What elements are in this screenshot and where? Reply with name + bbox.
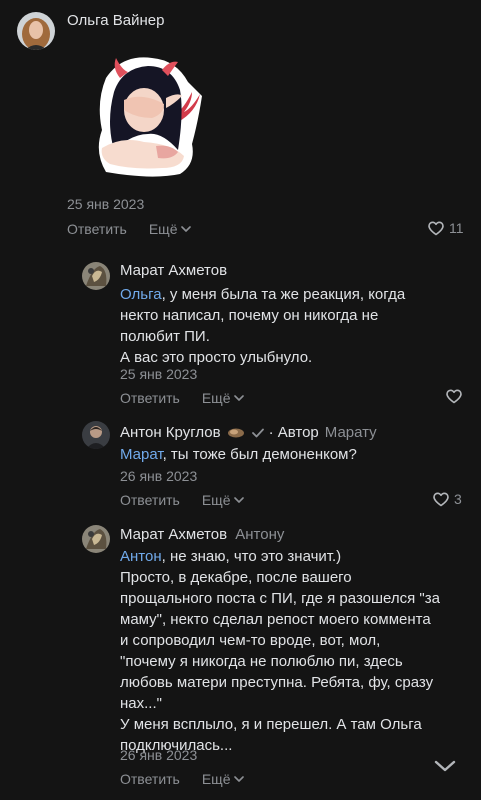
like-count: 3 — [454, 491, 462, 507]
comment-author: Марат Ахметов Антону — [120, 526, 284, 543]
more-button[interactable]: Ещё — [202, 390, 244, 406]
mention-link[interactable]: Антон — [120, 548, 162, 565]
reply-button[interactable]: Ответить — [67, 221, 127, 237]
like-button[interactable]: 11 — [428, 220, 464, 236]
comment-date: 26 янв 2023 — [120, 747, 198, 763]
author-role: · Автор — [268, 424, 319, 441]
mention-link[interactable]: Ольга — [120, 286, 162, 303]
heart-icon — [446, 389, 462, 404]
like-count: 11 — [449, 220, 464, 236]
avatar[interactable] — [17, 12, 55, 50]
author-name[interactable]: Антон Круглов — [120, 424, 221, 441]
more-label: Ещё — [201, 492, 231, 508]
like-button[interactable] — [446, 389, 462, 404]
comment-text: Антон, не знаю, что это значит.) Просто,… — [120, 548, 440, 754]
heart-icon — [428, 221, 444, 235]
reply-button[interactable]: Ответить — [120, 771, 180, 787]
mention-link[interactable]: Марат — [120, 446, 163, 463]
reply-to[interactable]: Антону — [235, 526, 284, 543]
comment-date: 25 янв 2023 — [67, 196, 145, 212]
more-label: Ещё — [201, 771, 231, 787]
comment-text: Марат, ты тоже был демоненком? — [120, 446, 357, 463]
chevron-down-icon — [233, 496, 244, 503]
like-button[interactable]: 3 — [433, 491, 462, 507]
more-label: Ещё — [148, 221, 178, 237]
chevron-down-icon — [233, 394, 244, 401]
comment-actions: Ответить Ещё — [67, 221, 191, 237]
checkmark-icon — [251, 428, 264, 437]
sticker-image — [92, 52, 204, 178]
comment-author[interactable]: Ольга Вайнер — [67, 12, 164, 29]
more-button[interactable]: Ещё — [149, 221, 191, 237]
avatar[interactable] — [82, 421, 110, 449]
more-button[interactable]: Ещё — [202, 492, 244, 508]
comment-date: 26 янв 2023 — [120, 468, 198, 484]
comment-marat-1: Марат Ахметов Ольга, у меня была та же р… — [0, 250, 481, 410]
reply-button[interactable]: Ответить — [120, 390, 180, 406]
comment-actions: Ответить Ещё — [120, 492, 244, 508]
comment-actions: Ответить Ещё — [120, 771, 244, 787]
author-name[interactable]: Марат Ахметов — [120, 526, 227, 543]
comment-date: 25 янв 2023 — [120, 366, 198, 382]
more-button[interactable]: Ещё — [202, 771, 244, 787]
comment-author: Антон Круглов · Автор Марату — [120, 424, 377, 441]
chevron-down-icon — [434, 760, 456, 772]
comment-text: Ольга, у меня была та же реакция, когда … — [120, 286, 406, 366]
scroll-down-button[interactable] — [431, 756, 459, 776]
avatar[interactable] — [82, 262, 110, 290]
heart-icon — [433, 492, 449, 506]
chevron-down-icon — [233, 775, 244, 782]
more-label: Ещё — [201, 390, 231, 406]
avatar[interactable] — [82, 525, 110, 553]
comment-author[interactable]: Марат Ахметов — [120, 262, 227, 279]
comment-actions: Ответить Ещё — [120, 390, 244, 406]
comment-olga: Ольга Вайнер 25 янв 2023 Ответить Ещё 11 — [0, 0, 481, 245]
comment-anton: Антон Круглов · Автор Марату Марат, ты т… — [0, 413, 481, 513]
reply-to[interactable]: Марату — [325, 424, 377, 441]
badge-icon — [227, 428, 244, 437]
comment-marat-2: Марат Ахметов Антону Антон, не знаю, что… — [0, 515, 481, 800]
chevron-down-icon — [180, 225, 191, 232]
reply-button[interactable]: Ответить — [120, 492, 180, 508]
